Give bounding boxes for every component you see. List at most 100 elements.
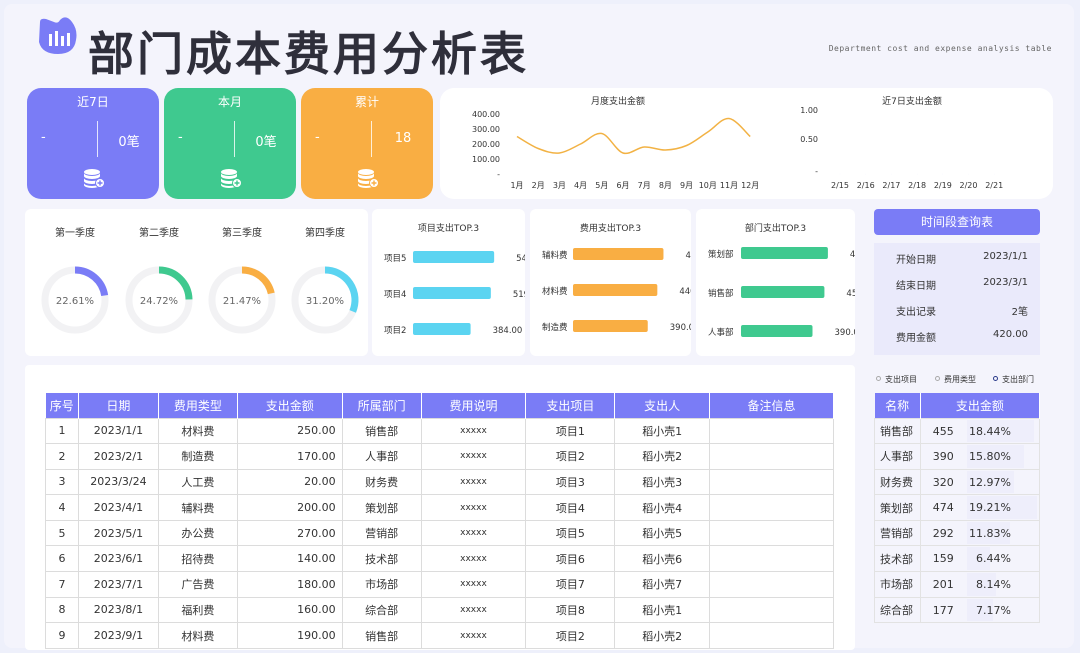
- query-row: 结束日期 2023/3/1: [896, 277, 1028, 292]
- logo-icon: [39, 17, 77, 54]
- table-row[interactable]: 2 2023/2/1 制造费 170.00 人事部 xxxxx 项目2 稻小壳2: [45, 443, 834, 470]
- table-cell: 技术部: [341, 545, 422, 573]
- recent7-y-tick: 1.00: [800, 106, 818, 115]
- table-row[interactable]: 9 2023/9/1 材料费 190.00 销售部 xxxxx 项目2 稻小壳2: [45, 622, 834, 649]
- legend-dot-icon: [993, 376, 998, 381]
- table-row[interactable]: 1 2023/1/1 材料费 250.00 销售部 xxxxx 项目1 稻小壳1: [45, 417, 834, 445]
- query-value: 2023/3/1: [983, 277, 1028, 288]
- table-cell: 销售部: [341, 417, 422, 445]
- recent7-y-tick: 0.50: [800, 135, 818, 144]
- dept-name: 人事部: [874, 443, 921, 470]
- side-column-header[interactable]: 支出金额: [920, 393, 1041, 418]
- table-cell: 综合部: [341, 596, 422, 624]
- monthly-x-tick: 3月: [553, 181, 566, 190]
- column-header[interactable]: 日期: [78, 393, 159, 418]
- side-table-row[interactable]: 销售部 455 18.44%: [874, 417, 1041, 445]
- monthly-y-tick: 300.00: [472, 125, 500, 134]
- recent7-x-tick: 2/15: [831, 181, 849, 190]
- query-panel: 开始日期 2023/1/1 结束日期 2023/3/1 支出记录 2笔 费用金额 420.00: [874, 243, 1040, 355]
- dept-amount: 292: [932, 526, 954, 540]
- table-cell: 稻小壳1: [614, 596, 711, 624]
- quarter-percent: 22.61%: [56, 296, 94, 307]
- table-cell: 9: [45, 622, 79, 649]
- dept-name: 市场部: [874, 571, 921, 598]
- column-header[interactable]: 费用类型: [158, 393, 238, 418]
- dept-percent: 18.44%: [969, 424, 1011, 438]
- table-cell: 项目2: [525, 443, 616, 470]
- stat-left-value: -: [41, 130, 46, 145]
- table-cell: 材料费: [157, 622, 238, 649]
- table-cell: [709, 443, 834, 470]
- monthly-x-tick: 8月: [659, 181, 672, 190]
- top3-category: 辅料费: [542, 250, 568, 261]
- column-header[interactable]: 备注信息: [709, 393, 834, 418]
- dept-amount-cell: 455 18.44%: [920, 417, 1041, 445]
- top3-category: 项目5: [384, 254, 406, 264]
- quarter-card: 第一季度 22.61% 第二季度 24.72% 第三季度 21.47% 第四季度 31.20%: [25, 209, 368, 356]
- top3-dept-chart: 部门支出TOP.3 策划部 474.00 销售部 455.00 人事部 390.00: [708, 222, 880, 338]
- top3-bar: [741, 247, 828, 259]
- top3-bar: [573, 320, 648, 332]
- query-title-button[interactable]: 时间段查询表: [874, 209, 1040, 235]
- table-row[interactable]: 8 2023/8/1 福利费 160.00 综合部 xxxxx 项目8 稻小壳1: [45, 596, 834, 624]
- top3-category: 人事部: [708, 327, 734, 338]
- table-cell: 稻小壳1: [614, 417, 711, 445]
- side-table-row[interactable]: 财务费 320 12.97%: [874, 468, 1041, 496]
- side-table-row[interactable]: 策划部 474 19.21%: [874, 494, 1041, 521]
- column-header[interactable]: 支出项目: [525, 393, 616, 418]
- table-row[interactable]: 3 2023/3/24 人工费 20.00 财务费 xxxxx 项目3 稻小壳3: [45, 468, 834, 496]
- query-row: 费用金额 420.00: [896, 329, 1028, 344]
- top3-bar: [573, 248, 664, 260]
- table-cell: xxxxx: [420, 545, 527, 573]
- side-column-header[interactable]: 名称: [874, 393, 921, 418]
- top3-bar: [741, 325, 813, 337]
- table-row[interactable]: 6 2023/6/1 招待费 140.00 技术部 xxxxx 项目6 稻小壳6: [45, 545, 834, 573]
- page-title: 部门成本费用分析表: [88, 27, 529, 81]
- top3-category: 项目2: [384, 326, 406, 336]
- legend-item[interactable]: 支出部门: [993, 374, 1034, 385]
- table-cell: 2023/9/1: [77, 622, 159, 649]
- stat-right-value: 18: [394, 131, 412, 146]
- column-header[interactable]: 所属部门: [342, 393, 422, 418]
- top3-category: 材料费: [542, 286, 568, 297]
- table-cell: 策划部: [341, 494, 422, 521]
- table-cell: 办公费: [157, 519, 238, 547]
- monthly-x-tick: 2月: [532, 181, 545, 190]
- column-header[interactable]: 支出金额: [237, 393, 343, 418]
- table-cell: 辅料费: [157, 494, 238, 521]
- top3-bar: [413, 287, 491, 299]
- recent7-y-tick: -: [815, 167, 818, 176]
- table-cell: 2023/8/1: [77, 596, 159, 624]
- coins-add-icon: [220, 168, 242, 192]
- table-cell: 7: [45, 571, 79, 598]
- legend-label: 支出项目: [885, 375, 917, 384]
- legend-item[interactable]: 费用类型: [935, 374, 976, 385]
- legend-item[interactable]: 支出项目: [876, 374, 917, 385]
- table-cell: 项目2: [525, 622, 616, 649]
- table-cell: 市场部: [341, 571, 422, 598]
- table-cell: 2023/7/1: [77, 571, 159, 598]
- top3-dept-card: 部门支出TOP.3 策划部 474.00 销售部 455.00 人事部 390.00: [696, 209, 880, 356]
- table-row[interactable]: 7 2023/7/1 广告费 180.00 市场部 xxxxx 项目7 稻小壳7: [45, 571, 834, 598]
- column-header[interactable]: 序号: [45, 393, 79, 418]
- monthly-line: [516, 117, 751, 155]
- quarter-label: 第三季度: [222, 226, 262, 239]
- table-cell: 项目1: [525, 417, 616, 445]
- table-cell: 8: [45, 596, 79, 624]
- table-cell: 人事部: [341, 443, 422, 470]
- table-row[interactable]: 4 2023/4/1 辅料费 200.00 策划部 xxxxx 项目4 稻小壳4: [45, 494, 834, 521]
- side-table-row[interactable]: 技术部 159 6.44%: [874, 545, 1041, 573]
- table-row[interactable]: 5 2023/5/1 办公费 270.00 营销部 xxxxx 项目5 稻小壳5: [45, 519, 834, 547]
- column-header[interactable]: 费用说明: [421, 393, 527, 418]
- top3-value: 384.00: [493, 326, 523, 336]
- side-table-row[interactable]: 营销部 292 11.83%: [874, 519, 1041, 547]
- column-header[interactable]: 支出人: [614, 393, 711, 418]
- dept-amount: 201: [932, 578, 954, 592]
- table-cell: 160.00: [236, 596, 343, 624]
- table-cell: xxxxx: [420, 596, 527, 624]
- side-table-row[interactable]: 综合部 177 7.17%: [874, 596, 1041, 624]
- side-table-row[interactable]: 市场部 201 8.14%: [874, 571, 1041, 598]
- recent7-x-tick: 2/18: [908, 181, 926, 190]
- side-table-row[interactable]: 人事部 390 15.80%: [874, 443, 1041, 470]
- table-cell: [709, 596, 834, 624]
